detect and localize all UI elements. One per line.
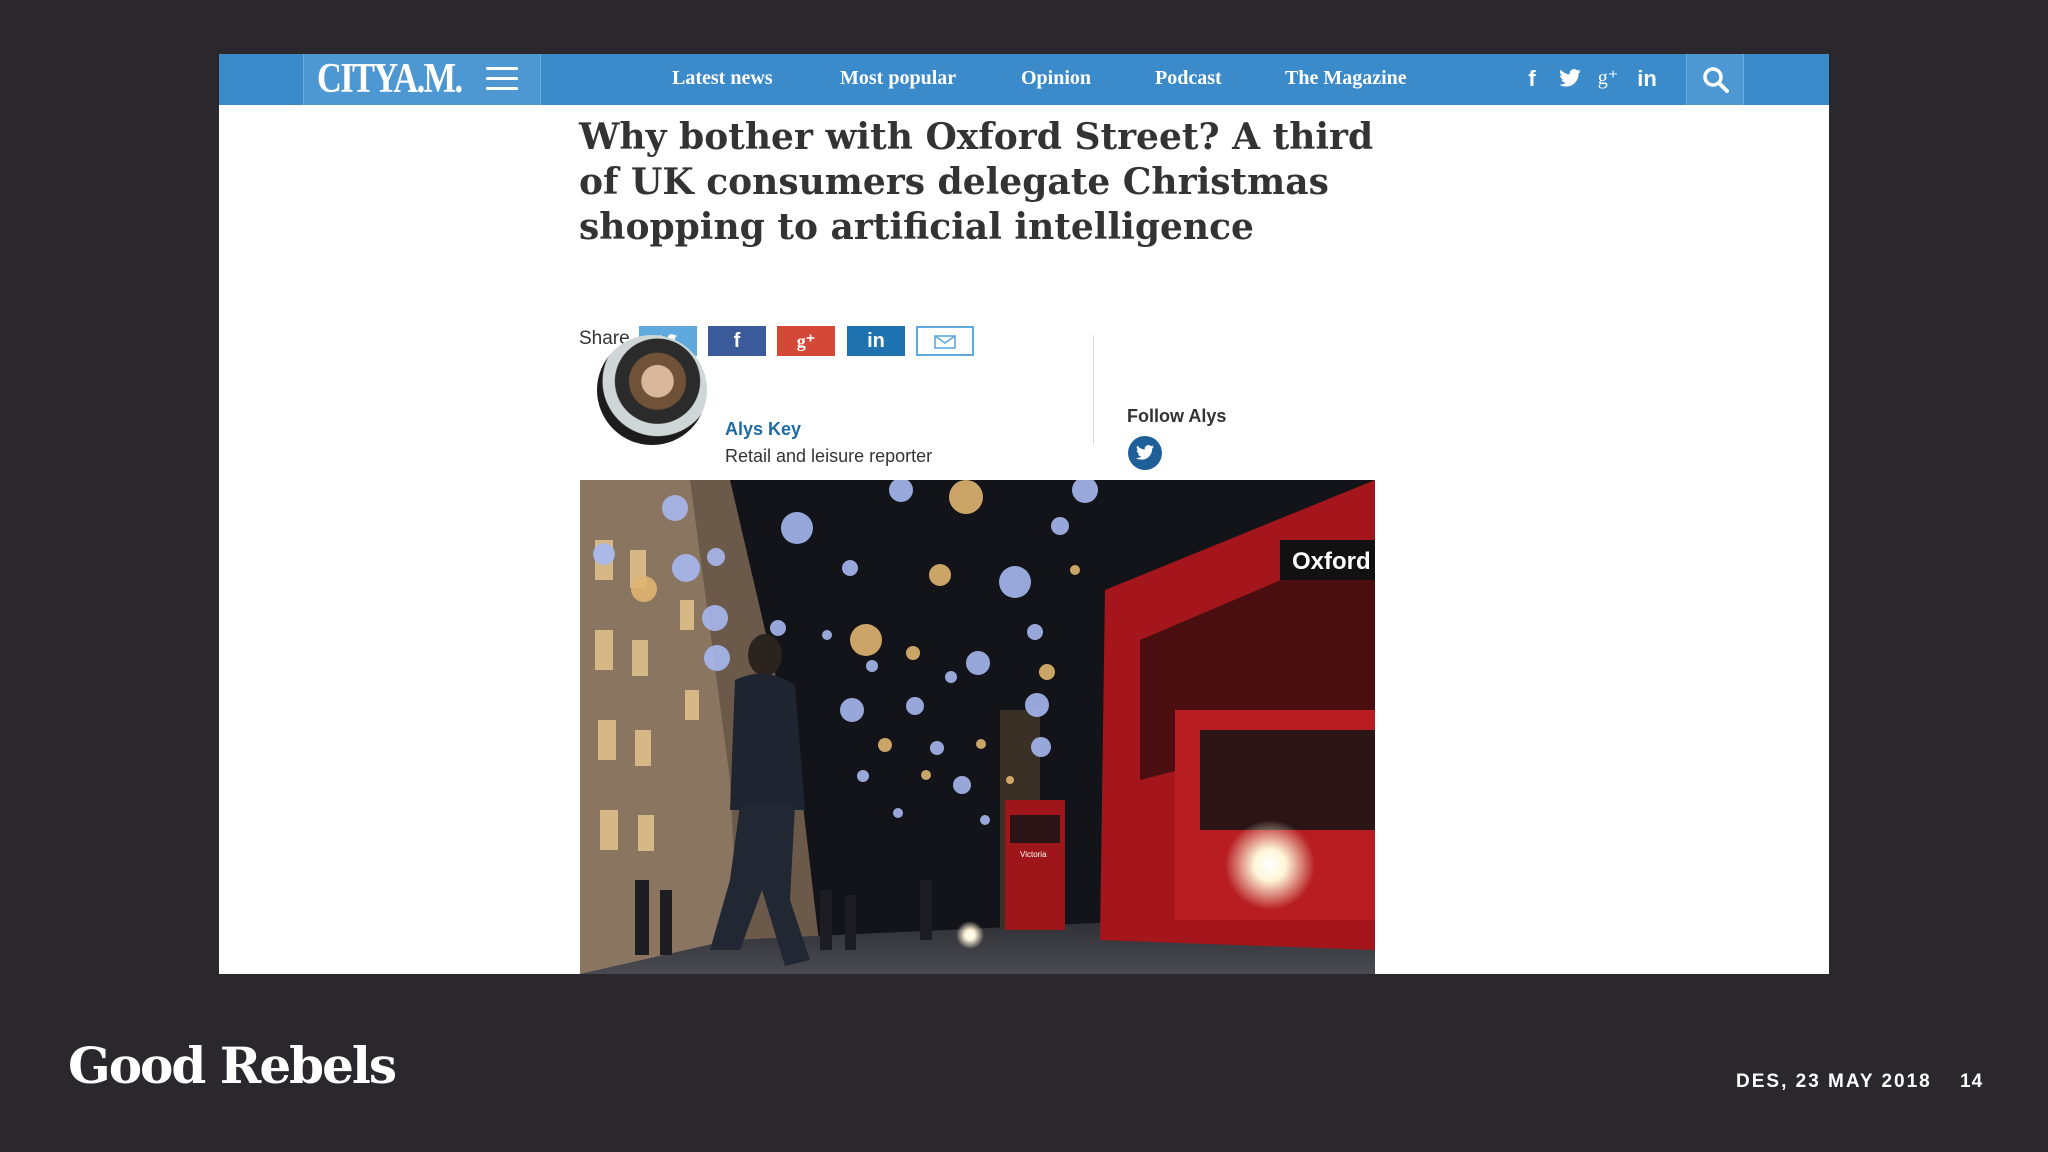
small-bus-sign: Victoria [1020,850,1047,859]
slide-date: DES, 23 MAY 2018 [1736,1071,1932,1092]
bus-destination-sign: Oxford [1292,548,1371,575]
article-photo: Oxford Victoria [580,480,1375,974]
top-navbar: CITYA.M. Latest news Most popular Opinio… [219,54,1829,105]
share-linkedin-button[interactable]: in [847,326,905,356]
logo-box[interactable]: CITYA.M. [303,54,541,105]
author-divider [1093,335,1094,445]
slide-page-number: 14 [1960,1071,1984,1092]
nav-latest-news[interactable]: Latest news [672,54,773,105]
author-role: Retail and leisure reporter [725,446,933,466]
author-avatar[interactable] [597,335,707,445]
twitter-icon [1136,445,1154,460]
brand-logo: Good Rebels [68,1036,397,1095]
share-facebook-button[interactable]: f [708,326,766,356]
nav-the-magazine[interactable]: The Magazine [1285,54,1407,105]
linkedin-icon[interactable]: in [1632,54,1662,105]
search-button[interactable] [1686,54,1744,105]
nav-most-popular[interactable]: Most popular [840,54,956,105]
google-plus-icon[interactable]: g⁺ [1595,54,1621,105]
follow-label: Follow Alys [1127,406,1227,426]
share-google-plus-button[interactable]: g⁺ [777,326,835,356]
menu-icon[interactable] [486,67,518,91]
nav-podcast[interactable]: Podcast [1155,54,1222,105]
nav-opinion[interactable]: Opinion [1021,54,1091,105]
follow-twitter-button[interactable] [1128,436,1162,470]
article-headline: Why bother with Oxford Street? A third o… [579,116,1374,248]
email-icon [934,335,956,349]
search-icon [1703,67,1729,93]
facebook-icon[interactable]: f [1521,54,1543,105]
author-name-link[interactable]: Alys Key [725,419,801,440]
share-email-button[interactable] [916,326,974,356]
article-screenshot: CITYA.M. Latest news Most popular Opinio… [219,54,1829,974]
twitter-icon[interactable] [1557,54,1583,105]
site-logo[interactable]: CITYA.M. [317,56,463,102]
